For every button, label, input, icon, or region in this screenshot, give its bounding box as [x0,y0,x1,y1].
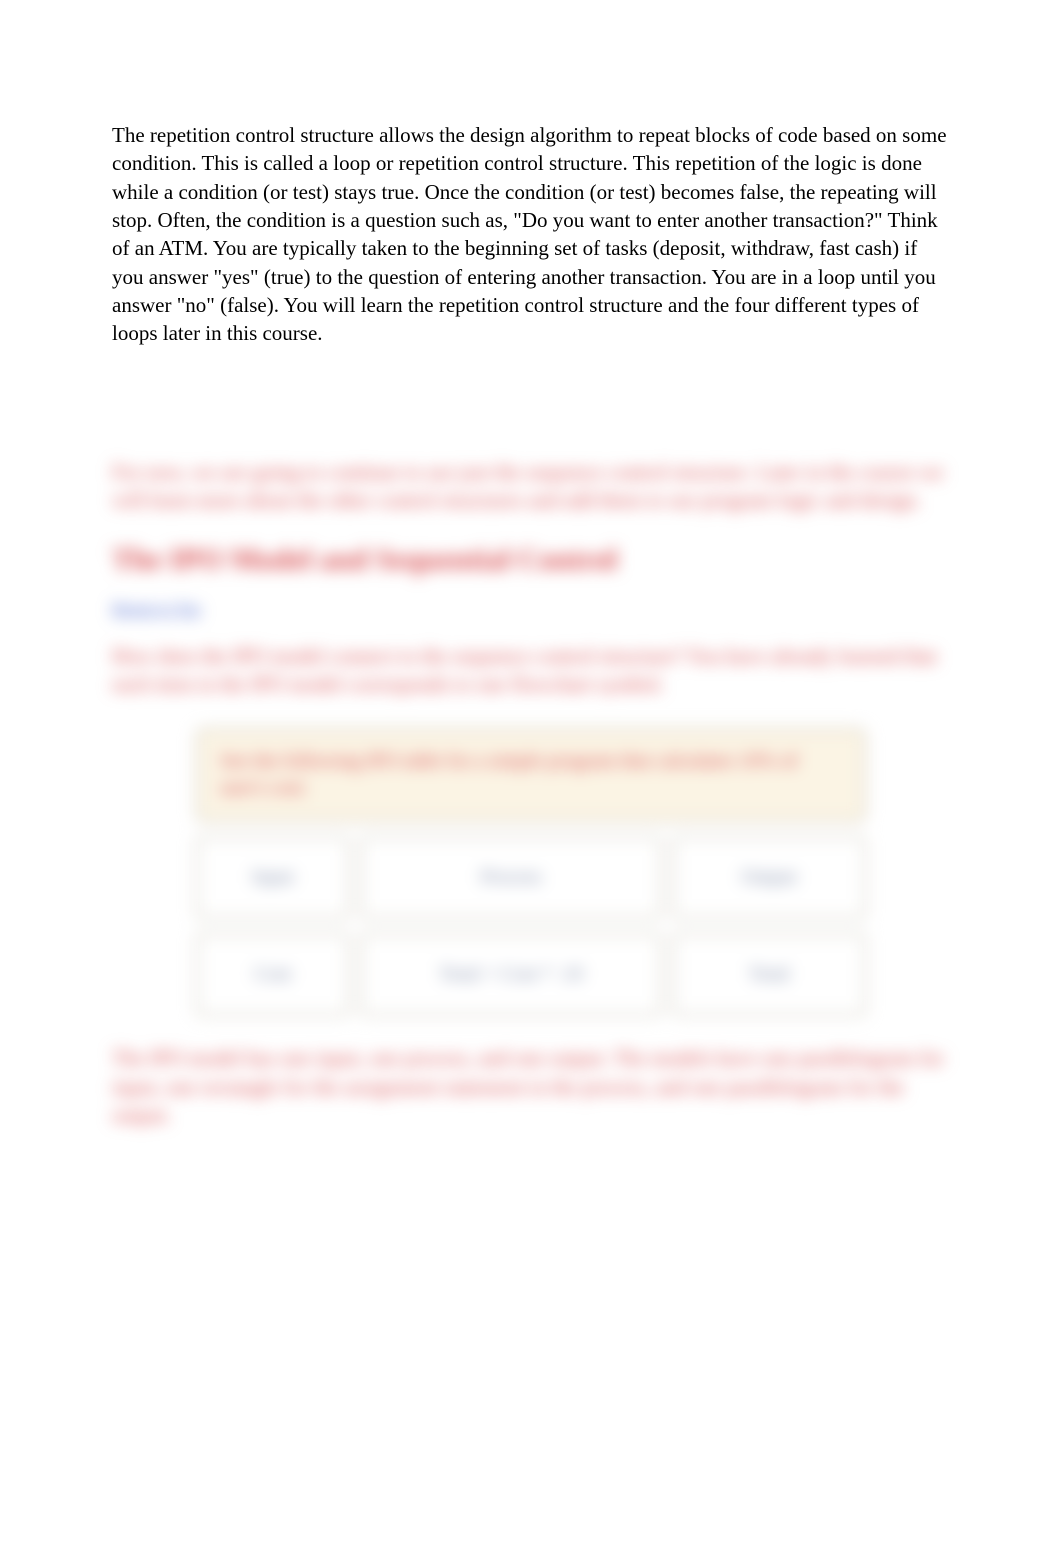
header-input: Input [196,836,350,919]
ipo-table: See the following IPO table for a simple… [196,728,866,1016]
ipo-connect-paragraph: How does the IPO model connect to the se… [112,642,950,699]
intro-paragraph: The repetition control structure allows … [112,121,950,348]
cell-formula: Total = Cost * .10 [360,933,662,1016]
document-page: The repetition control structure allows … [0,0,1062,1556]
blurred-preview-region: For now, we are going to continue to use… [112,458,950,1130]
return-to-top-link[interactable]: Return to Top [112,599,950,621]
closing-paragraph: The IPO model has one input, one process… [112,1044,950,1129]
cell-cost: Cost [196,933,350,1016]
section-heading: The IPO Model and Sequential Control [112,540,950,581]
table-data-row: Cost Total = Cost * .10 Total [196,933,866,1016]
header-output: Output [672,836,866,919]
cell-total: Total [672,933,866,1016]
table-caption: See the following IPO table for a simple… [196,728,866,822]
lead-paragraph: For now, we are going to continue to use… [112,458,950,515]
table-header-row: Input Process Output [196,836,866,919]
header-process: Process [360,836,662,919]
